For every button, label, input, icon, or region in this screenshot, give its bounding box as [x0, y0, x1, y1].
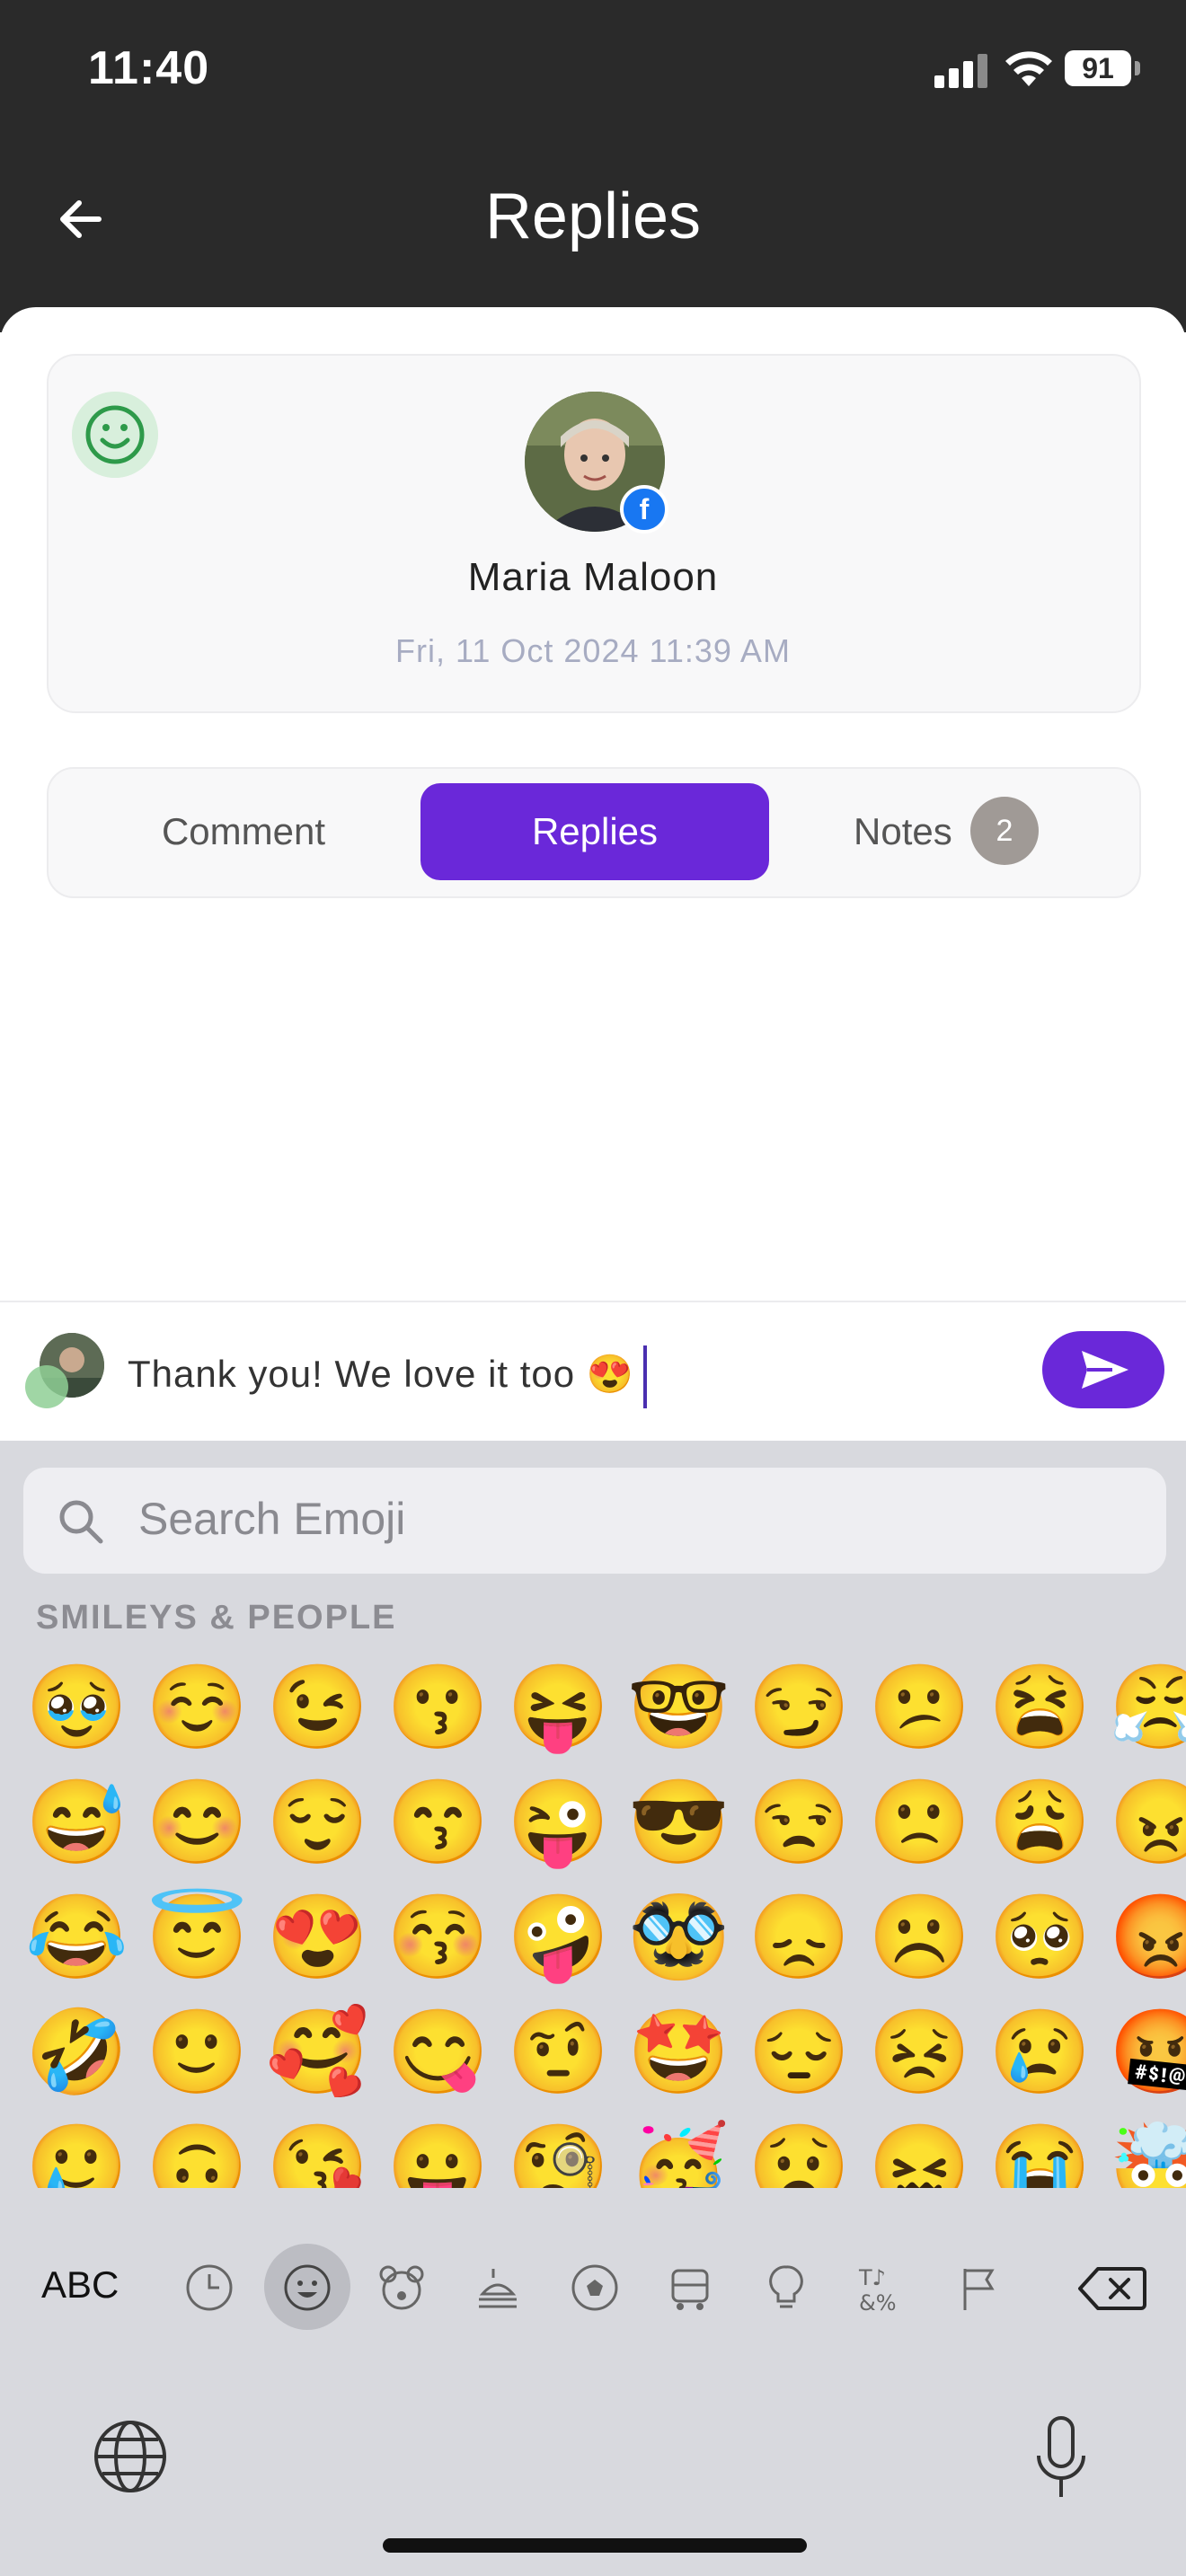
emoji-key[interactable]: 😇: [146, 1888, 249, 1987]
emoji-key[interactable]: 😠: [1109, 1773, 1186, 1872]
emoji-key[interactable]: 😕: [868, 1658, 971, 1757]
delete-key-icon[interactable]: [1076, 2263, 1148, 2314]
composer-status-dot: [25, 1365, 68, 1408]
emoji-key[interactable]: 😞: [748, 1888, 851, 1987]
emoji-key[interactable]: 🙂: [146, 2003, 249, 2102]
globe-icon[interactable]: [90, 2416, 171, 2497]
food-icon[interactable]: [466, 2256, 529, 2319]
emoji-key[interactable]: 😭: [988, 2118, 1092, 2188]
emoji-key[interactable]: 😍: [266, 1888, 369, 1987]
emoji-key[interactable]: 🤓: [627, 1658, 730, 1757]
emoji-key[interactable]: 😜: [507, 1773, 610, 1872]
signal-icon: [934, 52, 990, 88]
reply-input[interactable]: Thank you! We love it too 😍: [128, 1345, 648, 1408]
emoji-key[interactable]: 😎: [627, 1773, 730, 1872]
emoji-key[interactable]: 🤪: [507, 1888, 610, 1987]
status-time: 11:40: [88, 42, 210, 94]
battery-tip: [1135, 61, 1140, 75]
home-indicator: [383, 2538, 807, 2553]
svg-text:&%: &%: [859, 2290, 897, 2316]
emoji-key[interactable]: 😘: [266, 2118, 369, 2188]
emoji-key[interactable]: 🥳: [627, 2118, 730, 2188]
emoji-key[interactable]: 😩: [988, 1773, 1092, 1872]
bulb-icon[interactable]: [755, 2256, 818, 2319]
emoji-key[interactable]: 🤩: [627, 2003, 730, 2102]
emoji-key[interactable]: 😟: [748, 2118, 851, 2188]
emoji-key[interactable]: 🥺: [988, 1888, 1092, 1987]
microphone-icon[interactable]: [1028, 2413, 1094, 2502]
emoji-key[interactable]: 😫: [988, 1658, 1092, 1757]
emoji-key[interactable]: 😔: [748, 2003, 851, 2102]
emoji-key[interactable]: 😅: [25, 1773, 128, 1872]
emoji-key[interactable]: 🙃: [146, 2118, 249, 2188]
search-icon: [59, 1500, 103, 1544]
emoji-key[interactable]: 🥰: [266, 2003, 369, 2102]
emoji-key[interactable]: 😒: [748, 1773, 851, 1872]
emoji-key[interactable]: 😖: [868, 2118, 971, 2188]
emoji-key[interactable]: 🤣: [25, 2003, 128, 2102]
emoji-key[interactable]: 🤨: [507, 2003, 610, 2102]
post-date: Fri, 11 Oct 2024 11:39 AM: [395, 632, 791, 669]
emoji-key[interactable]: 🙁: [868, 1773, 971, 1872]
tab-replies[interactable]: Replies: [420, 783, 769, 880]
user-name: Maria Maloon: [467, 555, 719, 599]
emoji-key[interactable]: 🤬: [1109, 2003, 1186, 2102]
emoji-key[interactable]: 😊: [146, 1773, 249, 1872]
smile-icon: [72, 392, 158, 478]
emoji-key[interactable]: 😢: [988, 2003, 1092, 2102]
text-caret: [643, 1345, 648, 1408]
emoji-key[interactable]: 😙: [386, 1773, 490, 1872]
emoji-key[interactable]: 🤯: [1109, 2118, 1186, 2188]
emoji-key[interactable]: 😝: [507, 1658, 610, 1757]
emoji-key[interactable]: 😤: [1109, 1658, 1186, 1757]
car-icon[interactable]: [659, 2256, 721, 2319]
facebook-icon: f: [620, 485, 668, 534]
emoji-key[interactable]: 😋: [386, 2003, 490, 2102]
bear-icon[interactable]: [370, 2256, 433, 2319]
emoji-key[interactable]: ☹️: [868, 1888, 971, 1987]
send-button[interactable]: [1042, 1331, 1164, 1408]
emoji-key[interactable]: 😚: [386, 1888, 490, 1987]
emoji-key[interactable]: 🥲: [25, 2118, 128, 2188]
emoji-key[interactable]: 😏: [748, 1658, 851, 1757]
emoji-key[interactable]: 😣: [868, 2003, 971, 2102]
emoji-key[interactable]: 🥸: [627, 1888, 730, 1987]
emoji-section-label: SMILEYS & PEOPLE: [36, 1599, 397, 1636]
ball-icon[interactable]: [563, 2256, 626, 2319]
emoji-grid: 🥹 ☺️ 😉 😗 😝 🤓 😏 😕 😫 😤 😅 😊 😌 😙 😜 😎 😒 🙁 😩 😠 😂 😇 😍 😚 🤪 🥸 😞 ☹️ 🥺 😡 🤣 🙂 🥰 😋 🤨 🤩 😔 😣…: [0, 1649, 1186, 2188]
symbols-icon[interactable]: T♪ &%: [850, 2256, 913, 2319]
svg-text:T♪: T♪: [858, 2265, 886, 2290]
battery-indicator: 91: [1065, 50, 1131, 86]
tab-comment[interactable]: Comment: [86, 783, 401, 880]
smiley-icon[interactable]: [276, 2256, 339, 2319]
notes-count-badge: 2: [970, 797, 1039, 865]
emoji-key[interactable]: 😗: [386, 1658, 490, 1757]
emoji-key[interactable]: ☺️: [146, 1658, 249, 1757]
clock-icon[interactable]: [178, 2256, 241, 2319]
emoji-key[interactable]: 😛: [386, 2118, 490, 2188]
emoji-key[interactable]: 🥹: [25, 1658, 128, 1757]
flag-icon[interactable]: [947, 2256, 1010, 2319]
wifi-icon: [1005, 51, 1052, 86]
emoji-key[interactable]: 😡: [1109, 1888, 1186, 1987]
page-title: Replies: [484, 181, 702, 252]
emoji-key[interactable]: 😌: [266, 1773, 369, 1872]
abc-key[interactable]: ABC: [41, 2263, 119, 2307]
reply-input-text: Thank you! We love it too 😍: [128, 1353, 635, 1396]
emoji-key[interactable]: 😉: [266, 1658, 369, 1757]
emoji-key[interactable]: 🧐: [507, 2118, 610, 2188]
emoji-key[interactable]: 😂: [25, 1888, 128, 1987]
send-icon: [1082, 1351, 1128, 1389]
emoji-search-placeholder: Search Emoji: [138, 1494, 406, 1544]
